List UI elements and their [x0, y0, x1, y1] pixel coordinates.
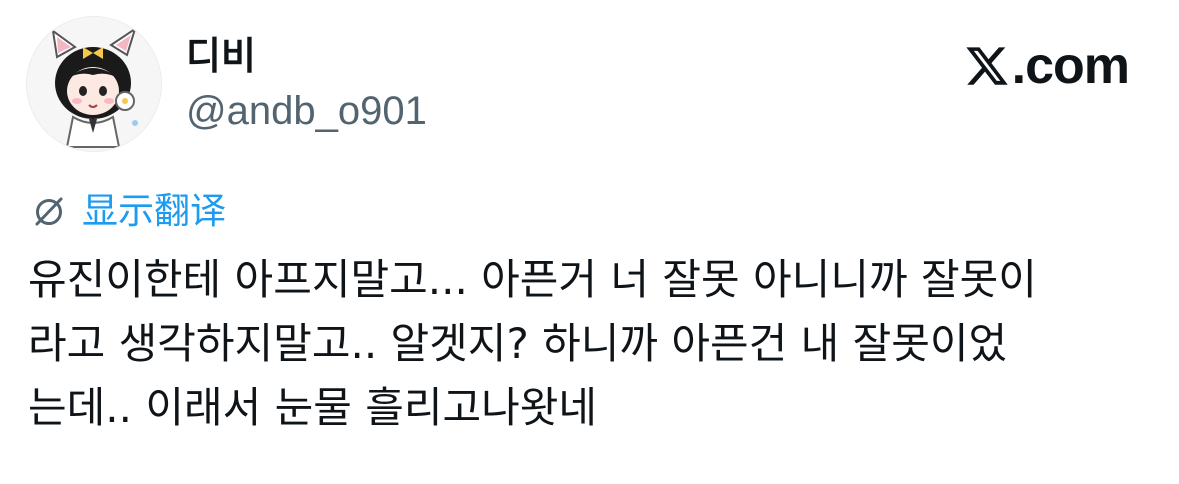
brand-text: .com — [1011, 37, 1130, 95]
tweet-text: 유진이한테 아프지말고... 아픈거 너 잘못 아니니까 잘못이 라고 생각하지… — [28, 248, 1158, 440]
globe-slash-icon — [35, 197, 63, 226]
user-handle[interactable]: @andb_o901 — [186, 87, 427, 135]
show-translation-link[interactable]: 显示翻译 — [30, 189, 226, 233]
cartoon-avatar-icon — [27, 17, 161, 151]
show-translation-label: 显示翻译 — [82, 190, 227, 231]
display-name[interactable]: 디비 — [186, 34, 256, 80]
tweet-text-line: 는데.. 이래서 눈물 흘리고나왓네 — [28, 383, 598, 432]
tweet-card: 디비 @andb_o901 .com 显示翻译 유진이한테 아프지말고... 아… — [0, 0, 1179, 484]
tweet-text-line: 유진이한테 아프지말고... 아픈거 너 잘못 아니니까 잘못이 — [28, 255, 1037, 304]
tweet-text-line: 라고 생각하지말고.. 알겟지? 하니까 아픈건 내 잘못이었 — [28, 319, 1008, 368]
x-logo-icon — [966, 47, 1008, 85]
avatar[interactable] — [26, 16, 162, 152]
brand-watermark: .com — [964, 37, 1130, 95]
